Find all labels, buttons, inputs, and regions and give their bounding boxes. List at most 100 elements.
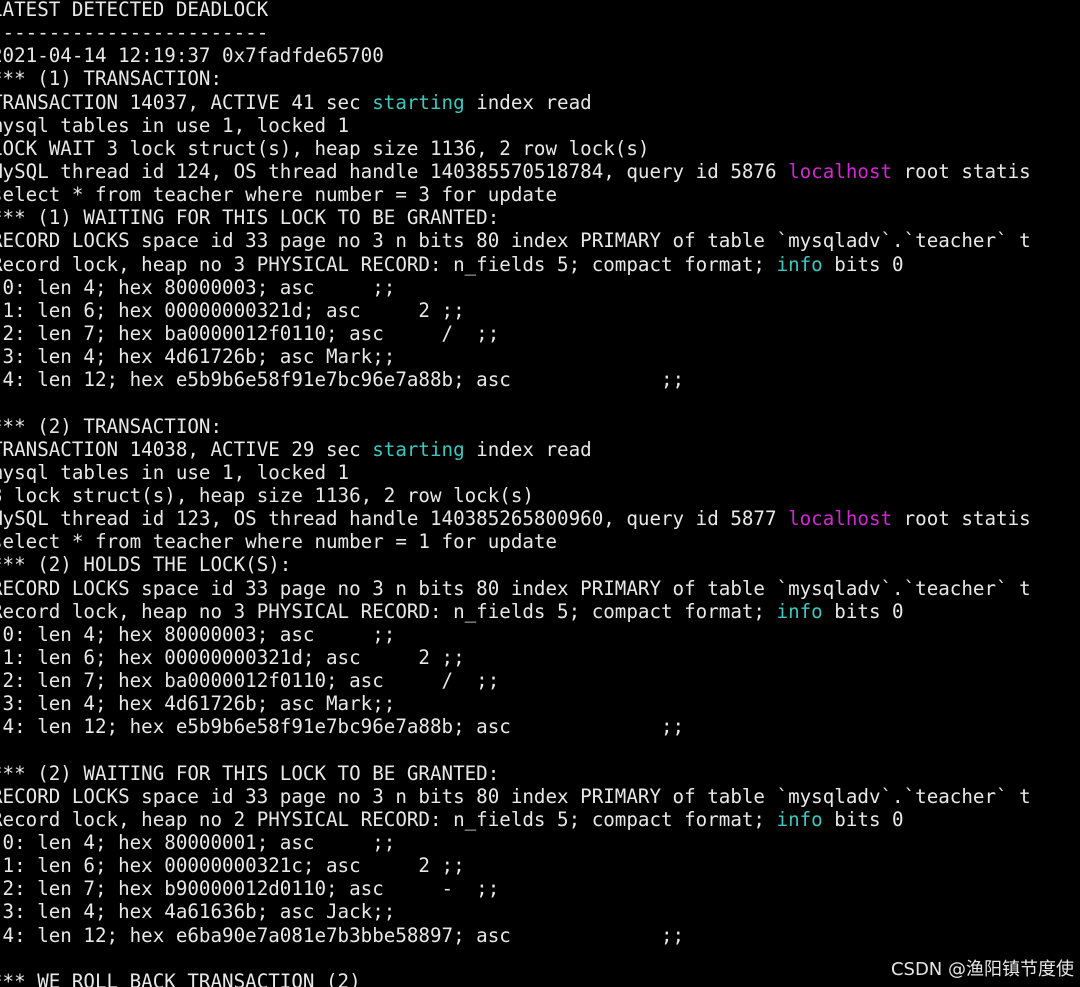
terminal-line: 1: len 6; hex 00000000321c; asc 2 ;; bbox=[0, 854, 1031, 877]
terminal-text-segment: bits 0 bbox=[822, 599, 904, 623]
terminal-text-segment: RECORD LOCKS space id 33 page no 3 n bit… bbox=[0, 576, 1031, 600]
terminal-line: 4: len 12; hex e5b9b6e58f91e7bc96e7a88b;… bbox=[0, 715, 1031, 738]
terminal-text-segment: 4: len 12; hex e5b9b6e58f91e7bc96e7a88b;… bbox=[0, 368, 685, 392]
terminal-text-segment: RECORD LOCKS space id 33 page no 3 n bit… bbox=[0, 784, 1031, 808]
terminal-text-segment: LOCK WAIT 3 lock struct(s), heap size 11… bbox=[0, 136, 650, 160]
terminal-line: 0: len 4; hex 80000001; asc ;; bbox=[0, 831, 1031, 854]
terminal-text-segment: *** WE ROLL BACK TRANSACTION (2) bbox=[0, 969, 361, 987]
keyword-starting: starting bbox=[372, 437, 465, 461]
terminal-line: 4: len 12; hex e6ba90e7a081e7b3bbe58897;… bbox=[0, 924, 1031, 947]
terminal-text-segment: index read bbox=[464, 437, 592, 461]
terminal-text-segment: MySQL thread id 124, OS thread handle 14… bbox=[0, 159, 789, 183]
terminal-line: 0: len 4; hex 80000003; asc ;; bbox=[0, 276, 1031, 299]
terminal-line: 3: len 4; hex 4d61726b; asc Mark;; bbox=[0, 692, 1031, 715]
terminal-line: 3 lock struct(s), heap size 1136, 2 row … bbox=[0, 484, 1031, 507]
terminal-line: *** (2) WAITING FOR THIS LOCK TO BE GRAN… bbox=[0, 762, 1031, 785]
terminal-line: 2: len 7; hex ba0000012f0110; asc / ;; bbox=[0, 322, 1031, 345]
terminal-text-segment: mysql tables in use 1, locked 1 bbox=[0, 113, 350, 137]
terminal-text-segment: 1: len 6; hex 00000000321c; asc 2 ;; bbox=[0, 854, 465, 878]
terminal-line: 3: len 4; hex 4d61726b; asc Mark;; bbox=[0, 345, 1031, 368]
terminal-text-segment: TRANSACTION 14037, ACTIVE 41 sec bbox=[0, 90, 373, 114]
terminal-line: MySQL thread id 123, OS thread handle 14… bbox=[0, 507, 1031, 530]
terminal-line: LOCK WAIT 3 lock struct(s), heap size 11… bbox=[0, 137, 1031, 160]
terminal-line: Record lock, heap no 3 PHYSICAL RECORD: … bbox=[0, 600, 1031, 623]
terminal-text-segment: 2021-04-14 12:19:37 0x7fadfde65700 bbox=[0, 44, 384, 68]
terminal-text-segment: 2: len 7; hex ba0000012f0110; asc / ;; bbox=[0, 321, 500, 345]
terminal-line: 2: len 7; hex ba0000012f0110; asc / ;; bbox=[0, 669, 1031, 692]
terminal-text-segment: select * from teacher where number = 3 f… bbox=[0, 183, 558, 207]
terminal-text-segment: RECORD LOCKS space id 33 page no 3 n bit… bbox=[0, 229, 1031, 253]
terminal-text-segment: 0: len 4; hex 80000003; asc ;; bbox=[0, 275, 396, 299]
keyword-localhost: localhost bbox=[788, 159, 893, 183]
terminal-text-segment: root statis bbox=[892, 507, 1031, 531]
terminal-line: *** (2) HOLDS THE LOCK(S): bbox=[0, 553, 1031, 576]
terminal-text-segment: 3: len 4; hex 4d61726b; asc Mark;; bbox=[0, 692, 396, 716]
terminal-line: 0: len 4; hex 80000003; asc ;; bbox=[0, 623, 1031, 646]
terminal-text-segment: 3 lock struct(s), heap size 1136, 2 row … bbox=[0, 483, 534, 507]
terminal-text-segment: 4: len 12; hex e5b9b6e58f91e7bc96e7a88b;… bbox=[0, 715, 685, 739]
terminal-text-segment: MySQL thread id 123, OS thread handle 14… bbox=[0, 507, 789, 531]
terminal-line: 2021-04-14 12:19:37 0x7fadfde65700 bbox=[0, 44, 1031, 67]
terminal-line: mysql tables in use 1, locked 1 bbox=[0, 461, 1031, 484]
terminal-line: select * from teacher where number = 3 f… bbox=[0, 183, 1031, 206]
terminal-text-segment: Record lock, heap no 2 PHYSICAL RECORD: … bbox=[0, 807, 777, 831]
terminal-text-segment: Record lock, heap no 3 PHYSICAL RECORD: … bbox=[0, 252, 777, 276]
terminal-line: ​ bbox=[0, 947, 1031, 970]
terminal-line: RECORD LOCKS space id 33 page no 3 n bit… bbox=[0, 577, 1031, 600]
terminal-line: mysql tables in use 1, locked 1 bbox=[0, 114, 1031, 137]
keyword-starting: starting bbox=[372, 90, 465, 114]
terminal-text-segment: 1: len 6; hex 00000000321d; asc 2 ;; bbox=[0, 645, 465, 669]
terminal-line: TRANSACTION 14037, ACTIVE 41 sec startin… bbox=[0, 91, 1031, 114]
terminal-line: RECORD LOCKS space id 33 page no 3 n bit… bbox=[0, 785, 1031, 808]
terminal-line: 2: len 7; hex b90000012d0110; asc - ;; bbox=[0, 877, 1031, 900]
terminal-line: select * from teacher where number = 1 f… bbox=[0, 530, 1031, 553]
terminal-line: *** (2) TRANSACTION: bbox=[0, 415, 1031, 438]
terminal-text-segment: *** (2) TRANSACTION: bbox=[0, 414, 223, 438]
terminal-text-segment: root statis bbox=[892, 159, 1031, 183]
terminal-line: *** (1) TRANSACTION: bbox=[0, 67, 1031, 90]
terminal-line: LATEST DETECTED DEADLOCK bbox=[0, 0, 1031, 21]
csdn-watermark: CSDN @渔阳镇节度使 bbox=[890, 959, 1074, 980]
terminal-line: 1: len 6; hex 00000000321d; asc 2 ;; bbox=[0, 299, 1031, 322]
terminal-line: Record lock, heap no 3 PHYSICAL RECORD: … bbox=[0, 253, 1031, 276]
terminal-line: *** WE ROLL BACK TRANSACTION (2) bbox=[0, 970, 1031, 987]
terminal-text-segment: *** (2) HOLDS THE LOCK(S): bbox=[0, 553, 292, 577]
terminal-line: ------------------------ bbox=[0, 21, 1031, 44]
terminal-text-segment: *** (1) WAITING FOR THIS LOCK TO BE GRAN… bbox=[0, 206, 500, 230]
terminal-line: MySQL thread id 124, OS thread handle 14… bbox=[0, 160, 1031, 183]
keyword-info: info bbox=[776, 252, 823, 276]
terminal-line: TRANSACTION 14038, ACTIVE 29 sec startin… bbox=[0, 438, 1031, 461]
terminal-text-segment: bits 0 bbox=[822, 252, 904, 276]
terminal-text-segment: ------------------------ bbox=[0, 21, 269, 45]
terminal-text-segment: mysql tables in use 1, locked 1 bbox=[0, 460, 350, 484]
keyword-localhost: localhost bbox=[788, 507, 893, 531]
terminal-line: 4: len 12; hex e5b9b6e58f91e7bc96e7a88b;… bbox=[0, 368, 1031, 391]
terminal-line: RECORD LOCKS space id 33 page no 3 n bit… bbox=[0, 229, 1031, 252]
terminal-text-segment: LATEST DETECTED DEADLOCK bbox=[0, 0, 269, 21]
terminal-text-segment: select * from teacher where number = 1 f… bbox=[0, 530, 558, 554]
terminal-text-segment: bits 0 bbox=[822, 807, 904, 831]
terminal-text-segment: Record lock, heap no 3 PHYSICAL RECORD: … bbox=[0, 599, 777, 623]
terminal-line: *** (1) WAITING FOR THIS LOCK TO BE GRAN… bbox=[0, 206, 1031, 229]
terminal-text-segment: 2: len 7; hex ba0000012f0110; asc / ;; bbox=[0, 669, 500, 693]
terminal-line: Record lock, heap no 2 PHYSICAL RECORD: … bbox=[0, 808, 1031, 831]
terminal-text-segment: 4: len 12; hex e6ba90e7a081e7b3bbe58897;… bbox=[0, 923, 685, 947]
terminal-text-segment: TRANSACTION 14038, ACTIVE 29 sec bbox=[0, 437, 373, 461]
terminal-text-segment: 3: len 4; hex 4d61726b; asc Mark;; bbox=[0, 345, 396, 369]
keyword-info: info bbox=[776, 599, 823, 623]
terminal-line: 3: len 4; hex 4a61636b; asc Jack;; bbox=[0, 900, 1031, 923]
terminal-text-segment: 1: len 6; hex 00000000321d; asc 2 ;; bbox=[0, 298, 465, 322]
terminal-text-segment: 0: len 4; hex 80000003; asc ;; bbox=[0, 622, 396, 646]
terminal-text-segment: 0: len 4; hex 80000001; asc ;; bbox=[0, 831, 396, 855]
terminal-text: LATEST DETECTED DEADLOCK ----------------… bbox=[0, 0, 1031, 987]
terminal-text-segment: index read bbox=[464, 90, 592, 114]
terminal-text-segment: 3: len 4; hex 4a61636b; asc Jack;; bbox=[0, 900, 396, 924]
terminal-line: ​ bbox=[0, 391, 1031, 414]
terminal-line: ​ bbox=[0, 739, 1031, 762]
terminal-text-segment: *** (1) TRANSACTION: bbox=[0, 67, 223, 91]
keyword-info: info bbox=[776, 807, 823, 831]
terminal-text-segment: 2: len 7; hex b90000012d0110; asc - ;; bbox=[0, 877, 500, 901]
terminal-output: LATEST DETECTED DEADLOCK ----------------… bbox=[0, 0, 1080, 987]
terminal-text-segment: *** (2) WAITING FOR THIS LOCK TO BE GRAN… bbox=[0, 761, 500, 785]
terminal-line: 1: len 6; hex 00000000321d; asc 2 ;; bbox=[0, 646, 1031, 669]
